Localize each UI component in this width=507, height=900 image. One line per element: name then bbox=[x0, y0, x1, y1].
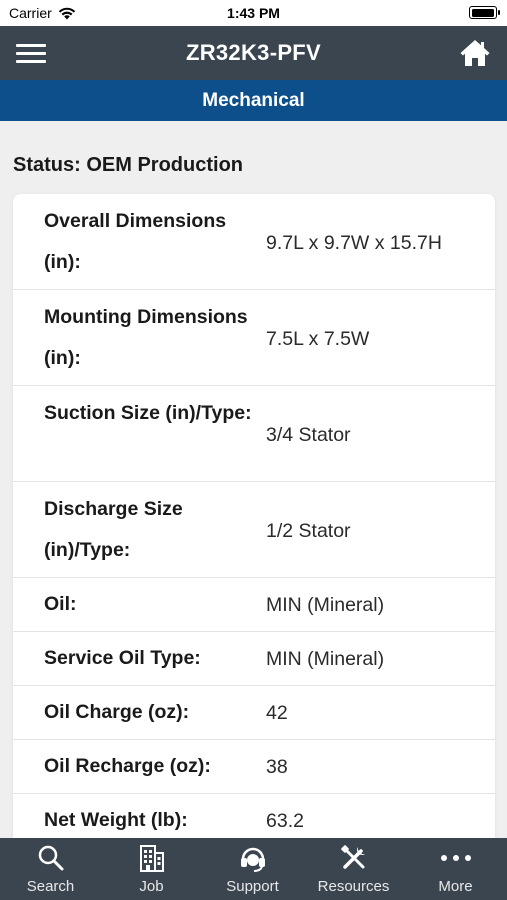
spec-label: Mounting Dimensions (in): bbox=[44, 306, 248, 369]
spec-value: MIN (Mineral) bbox=[266, 648, 385, 670]
home-button[interactable] bbox=[459, 38, 491, 68]
tab-job[interactable]: Job bbox=[101, 838, 202, 900]
nav-bar: ZR32K3-PFV bbox=[0, 26, 507, 80]
spec-row: Discharge Size (in)/Type: 1/2 Stator bbox=[13, 482, 495, 578]
tab-label: Job bbox=[139, 878, 164, 895]
spec-value: 38 bbox=[266, 756, 288, 778]
tab-label: More bbox=[438, 878, 473, 895]
spec-label: Net Weight (lb): bbox=[44, 809, 188, 831]
tab-label: Resources bbox=[317, 878, 390, 895]
spec-value: 3/4 Stator bbox=[266, 424, 351, 446]
tools-icon bbox=[340, 845, 365, 869]
spec-label: Oil Charge (oz): bbox=[44, 701, 190, 723]
tab-label: Search bbox=[26, 878, 75, 895]
status-text: Status: OEM Production bbox=[13, 154, 243, 176]
spec-row: Oil: MIN (Mineral) bbox=[13, 578, 495, 632]
specs-card: Overall Dimensions (in): 9.7L x 9.7W x 1… bbox=[13, 194, 495, 854]
spec-label: Oil Recharge (oz): bbox=[44, 755, 211, 777]
spec-label: Suction Size (in)/Type: bbox=[44, 402, 252, 424]
spec-row: Oil Charge (oz): 42 bbox=[13, 686, 495, 740]
page-title: ZR32K3-PFV bbox=[185, 40, 322, 65]
battery-fill bbox=[471, 8, 494, 17]
tab-more[interactable]: More bbox=[404, 838, 507, 900]
spec-value: MIN (Mineral) bbox=[266, 594, 385, 616]
more-dots-icon bbox=[440, 855, 471, 861]
spec-row: Service Oil Type: MIN (Mineral) bbox=[13, 632, 495, 686]
spec-value: 63.2 bbox=[266, 810, 304, 832]
spec-value: 7.5L x 7.5W bbox=[266, 328, 370, 350]
tab-support[interactable]: Support bbox=[202, 838, 303, 900]
section-header: Mechanical bbox=[0, 80, 507, 121]
tab-search[interactable]: Search bbox=[0, 838, 101, 900]
search-icon bbox=[38, 845, 63, 871]
spec-label: Overall Dimensions (in): bbox=[44, 210, 227, 273]
tab-resources[interactable]: Resources bbox=[303, 838, 404, 900]
spec-value: 42 bbox=[266, 702, 288, 724]
home-icon bbox=[460, 40, 490, 66]
spec-label: Service Oil Type: bbox=[44, 647, 201, 669]
spec-value: 1/2 Stator bbox=[266, 520, 351, 542]
tab-label: Support bbox=[226, 878, 279, 895]
spec-label: Discharge Size (in)/Type: bbox=[44, 498, 183, 561]
building-icon bbox=[139, 845, 164, 872]
spec-row: Mounting Dimensions (in): 7.5L x 7.5W bbox=[13, 290, 495, 386]
spec-row: Suction Size (in)/Type: 3/4 Stator bbox=[13, 386, 495, 482]
status-bar: Carrier 1:43 PM bbox=[0, 0, 507, 26]
tab-bar: Search Job Support Resources More bbox=[0, 838, 507, 900]
clock: 1:43 PM bbox=[227, 5, 280, 21]
spec-row: Overall Dimensions (in): 9.7L x 9.7W x 1… bbox=[13, 194, 495, 290]
headset-icon bbox=[240, 847, 265, 872]
spec-label: Oil: bbox=[44, 593, 77, 615]
battery-icon bbox=[469, 6, 500, 19]
spec-row: Oil Recharge (oz): 38 bbox=[13, 740, 495, 794]
spec-value: 9.7L x 9.7W x 15.7H bbox=[266, 232, 442, 254]
